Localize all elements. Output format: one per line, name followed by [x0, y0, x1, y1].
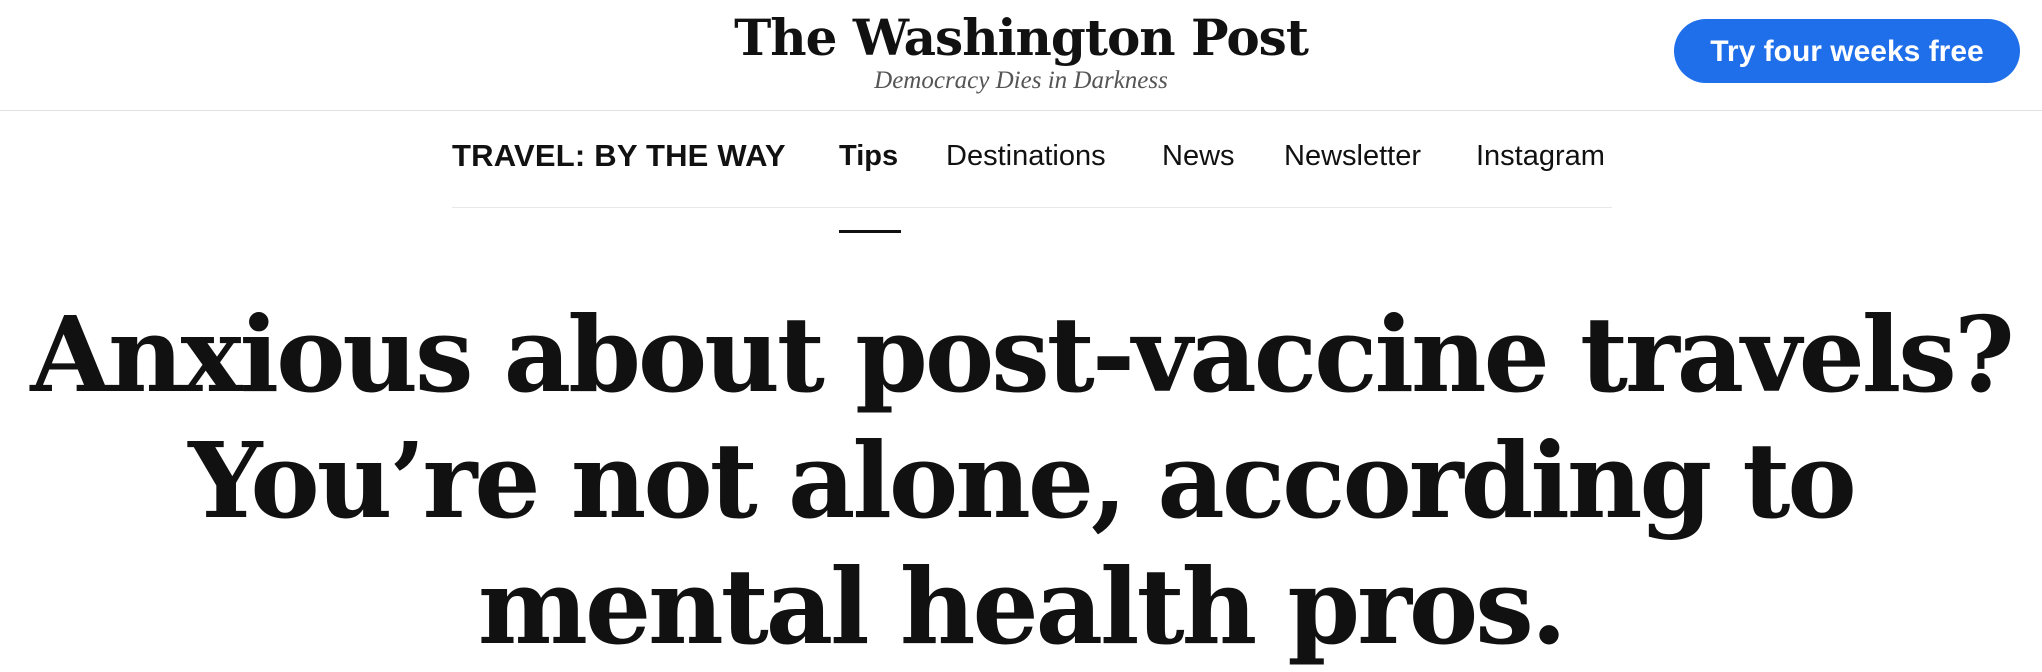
nav-item-destinations[interactable]: Destinations — [946, 136, 1106, 176]
nav-item-label: Tips — [839, 140, 899, 172]
nav-item-news[interactable]: News — [1162, 136, 1235, 176]
nav-item-tips[interactable]: Tips — [839, 136, 901, 233]
site-logo[interactable]: The Washington Post — [734, 6, 1309, 70]
nav-item-instagram[interactable]: Instagram — [1476, 136, 1605, 176]
subscribe-button[interactable]: Try four weeks free — [1674, 19, 2020, 83]
section-nav: TRAVEL: BY THE WAY Tips Destinations New… — [452, 110, 1612, 233]
section-title[interactable]: TRAVEL: BY THE WAY — [452, 136, 786, 176]
active-tab-indicator — [839, 230, 901, 233]
nav-item-newsletter[interactable]: Newsletter — [1284, 136, 1421, 176]
masthead: The Washington Post Democracy Dies in Da… — [0, 0, 2042, 111]
article-headline: Anxious about post-vaccine travels? You’… — [30, 293, 2015, 668]
